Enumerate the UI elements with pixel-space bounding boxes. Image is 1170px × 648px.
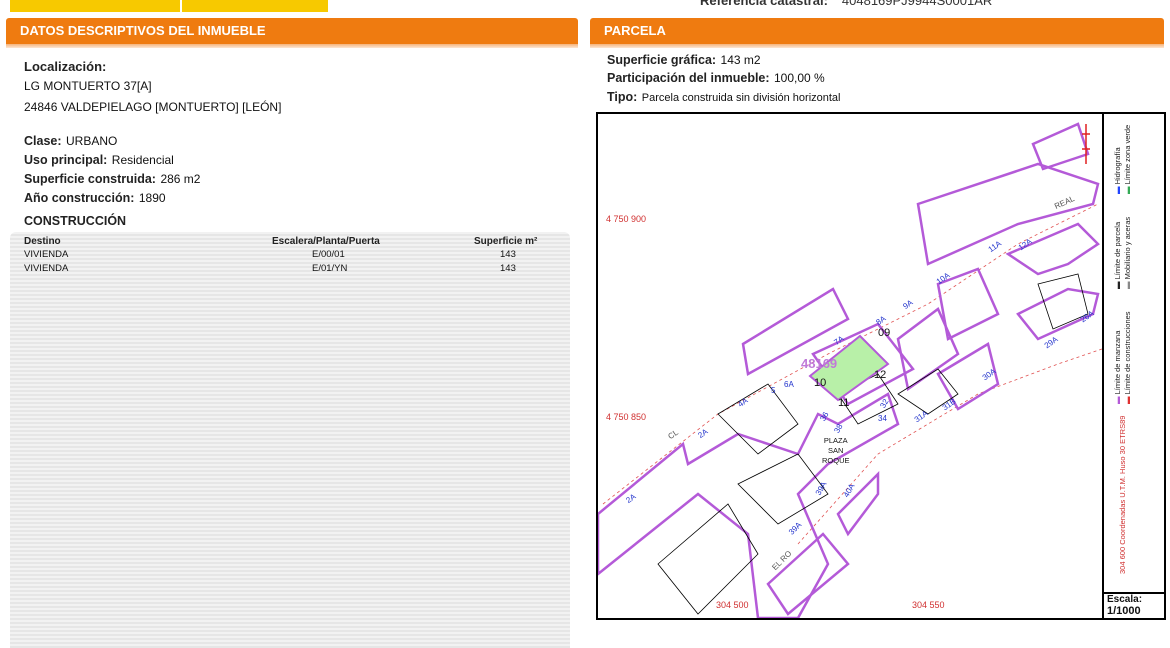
ref-label: Referencia catastral: xyxy=(700,0,828,8)
legend-item-construcciones: ▬ Límite de construcciones xyxy=(1123,311,1132,404)
parcel-id-label: 48169 xyxy=(801,356,838,371)
superficie-value: 286 m2 xyxy=(160,172,201,186)
y-coord-top: 4 750 900 xyxy=(606,214,647,224)
scale-value: 1/1000 xyxy=(1107,605,1141,617)
legend-label: Mobiliario y aceras xyxy=(1123,216,1132,280)
anio-label: Año construcción: xyxy=(24,191,135,205)
ref-value: 4048169PJ9944S0001AR xyxy=(841,0,993,8)
legend-label: Hidrografía xyxy=(1113,147,1122,185)
tipo-label: Tipo: xyxy=(607,90,638,104)
uso-label: Uso principal: xyxy=(24,153,108,167)
right-panel-header: PARCELA xyxy=(590,18,1164,48)
street-label: 5 xyxy=(771,386,776,395)
clase-row: Clase: URBANO xyxy=(24,132,117,150)
street-label: 6A xyxy=(784,380,794,389)
plaza-line3: ROQUE xyxy=(822,456,850,465)
map-drawing xyxy=(598,122,1102,618)
table-row-2-escalera: E/01/YN xyxy=(312,263,348,274)
table-row-1-destino: VIVIENDA xyxy=(24,249,69,260)
cadastral-reference: Referencia catastral: 4048169PJ9944S0001A… xyxy=(700,0,992,8)
legend-label: Límite zona verde xyxy=(1123,124,1132,185)
superficie-label: Superficie construida: xyxy=(24,172,156,186)
left-panel-header: DATOS DESCRIPTIVOS DEL INMUEBLE xyxy=(6,18,578,48)
table-row-2-superficie: 143 xyxy=(500,263,516,274)
map-legend: ▬ Límite de manzana ▬ Límite de construc… xyxy=(1102,114,1166,592)
participacion-label: Participación del inmueble: xyxy=(607,71,770,85)
table-row-1-superficie: 143 xyxy=(500,249,516,260)
superficie-row: Superficie construida: 286 m2 xyxy=(24,170,200,188)
plaza-line2: SAN xyxy=(828,446,844,455)
subparcel-09: 09 xyxy=(878,327,891,339)
yellow-tab-2 xyxy=(182,0,328,12)
col-header-superficie: Superficie m² xyxy=(474,236,538,247)
cadastral-map: 48169 09 10 11 12 4 750 900 4 750 850 30… xyxy=(596,112,1166,620)
tipo-row: Tipo: Parcela construida sin división ho… xyxy=(607,88,841,106)
legend-label: Límite de manzana xyxy=(1113,330,1122,395)
scale-box: Escala: 1/1000 xyxy=(1102,592,1164,618)
y-coord-bottom: 4 750 850 xyxy=(606,412,647,422)
localizacion-label: Localización: xyxy=(24,59,107,74)
anio-value: 1890 xyxy=(138,191,166,205)
legend-item-mobiliario: ▬ Mobiliario y aceras xyxy=(1123,216,1132,289)
construction-table: Destino Escalera/Planta/Puerta Superfici… xyxy=(10,232,570,648)
plaza-label: PLAZA SAN ROQUE xyxy=(822,436,850,466)
uso-value: Residencial xyxy=(111,153,174,167)
coord-system-label: 304 600 Coordenadas U.T.M. Huso 30 ETRS8… xyxy=(1118,415,1127,574)
clase-value: URBANO xyxy=(65,134,118,148)
legend-item-manzana: ▬ Límite de manzana xyxy=(1113,330,1122,404)
sup-grafica-row: Superficie gráfica: 143 m2 xyxy=(607,51,761,69)
legend-item-parcela: ▬ Límite de parcela xyxy=(1113,221,1122,289)
subparcel-12: 12 xyxy=(874,369,887,381)
subparcel-11: 11 xyxy=(838,397,850,409)
north-marks xyxy=(1082,124,1090,164)
construccion-title: CONSTRUCCIÓN xyxy=(24,214,127,228)
legend-item-zona-verde: ▬ Límite zona verde xyxy=(1123,124,1132,194)
legend-label: Límite de construcciones xyxy=(1123,311,1132,395)
table-row-2-destino: VIVIENDA xyxy=(24,263,69,274)
participacion-row: Participación del inmueble: 100,00 % xyxy=(607,69,825,87)
anio-row: Año construcción: 1890 xyxy=(24,189,166,207)
x-coord-left: 304 500 xyxy=(716,600,749,610)
scale-label: Escala: xyxy=(1107,594,1143,605)
sup-grafica-label: Superficie gráfica: xyxy=(607,53,717,67)
participacion-value: 100,00 % xyxy=(774,71,825,85)
subparcel-10: 10 xyxy=(814,377,827,389)
table-row-1-escalera: E/00/01 xyxy=(312,249,345,260)
legend-label: Límite de parcela xyxy=(1113,221,1122,280)
legend-item-hidrografia: ▬ Hidrografía xyxy=(1113,147,1122,194)
col-header-destino: Destino xyxy=(24,236,61,247)
sup-grafica-value: 143 m2 xyxy=(720,53,761,67)
x-coord-right: 304 550 xyxy=(912,600,945,610)
address-line1: LG MONTUERTO 37[A] xyxy=(24,79,152,93)
clase-label: Clase: xyxy=(24,134,62,148)
col-header-escalera: Escalera/Planta/Puerta xyxy=(272,236,380,247)
plaza-line1: PLAZA xyxy=(823,436,848,445)
yellow-tab-1 xyxy=(10,0,180,12)
uso-row: Uso principal: Residencial xyxy=(24,151,174,169)
street-label: 34 xyxy=(878,414,887,423)
tipo-value: Parcela construida sin división horizont… xyxy=(641,92,841,104)
address-line2: 24846 VALDEPIELAGO [MONTUERTO] [LEÓN] xyxy=(24,100,282,114)
